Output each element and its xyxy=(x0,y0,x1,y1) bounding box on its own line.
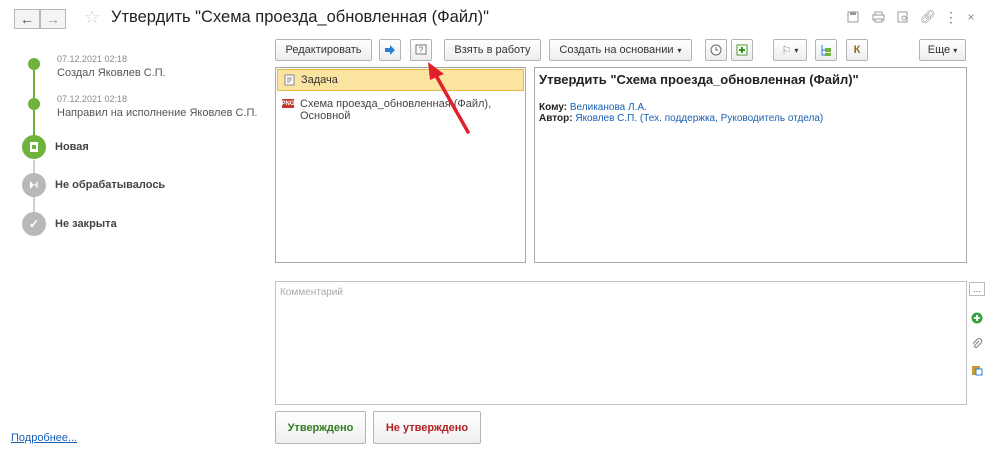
status-label: Не закрыта xyxy=(55,218,117,230)
tree-item-label: Задача xyxy=(301,74,338,86)
recipient-link[interactable]: Великанова Л.А. xyxy=(570,102,647,113)
chevron-down-icon: ▾ xyxy=(953,45,958,55)
more-button[interactable]: Еще ▾ xyxy=(919,39,966,61)
history-text: Создал Яковлев С.П. xyxy=(57,67,166,79)
timeline-dot xyxy=(28,58,40,70)
author-link[interactable]: Яковлев С.П. (Тех. поддержка, Руководите… xyxy=(575,113,823,124)
comment-field[interactable]: Комментарий xyxy=(275,281,967,405)
svg-text:?: ? xyxy=(419,46,424,55)
more-vertical-icon[interactable]: ⋮ xyxy=(944,9,958,25)
blue-arrow-icon xyxy=(385,45,395,55)
add-green-icon xyxy=(736,44,748,56)
link-icon[interactable]: 🔗︎ xyxy=(920,9,937,24)
history-date: 07.12.2021 02:18 xyxy=(57,94,128,104)
flag-button[interactable]: ⚐ ▾ xyxy=(773,39,807,61)
author-row: Автор: Яковлев С.П. (Тех. поддержка, Рук… xyxy=(539,113,823,124)
recipient-label: Кому: xyxy=(539,102,568,113)
task-icon xyxy=(284,74,295,86)
status-new-icon xyxy=(22,135,46,159)
window-title: Утвердить "Схема проезда_обновленная (Фа… xyxy=(111,8,490,26)
timeline-dot xyxy=(28,98,40,110)
create-based-on-label: Создать на основании xyxy=(559,44,674,56)
history-text: Направил на исполнение Яковлев С.П. xyxy=(57,107,258,119)
png-file-icon: PNG xyxy=(281,99,295,108)
history-date: 07.12.2021 02:18 xyxy=(57,54,128,64)
status-label: Новая xyxy=(55,141,89,153)
check-icon: ✓ xyxy=(22,212,46,236)
paperclip-icon[interactable] xyxy=(970,337,984,351)
approved-button[interactable]: Утверждено xyxy=(275,411,366,444)
more-details-link[interactable]: Подробнее... xyxy=(11,432,77,444)
favorite-star-icon[interactable]: ☆ xyxy=(84,7,100,28)
save-icon[interactable] xyxy=(846,10,860,24)
forward-task-button[interactable] xyxy=(379,39,401,61)
approved-label: Утверждено xyxy=(287,421,354,434)
comment-placeholder: Комментарий xyxy=(280,287,343,298)
flag-icon: ⚐ xyxy=(781,44,792,57)
comment-more-label: ... xyxy=(973,284,981,294)
paste-icon[interactable] xyxy=(970,363,984,377)
add-circle-icon[interactable] xyxy=(970,311,984,325)
file-kind-line: Основной xyxy=(300,110,351,122)
author-label: Автор: xyxy=(539,113,573,124)
create-based-on-button[interactable]: Создать на основании ▾ xyxy=(549,39,692,61)
preview-icon[interactable] xyxy=(896,10,910,24)
structure-button[interactable] xyxy=(815,39,837,61)
not-approved-button[interactable]: Не утверждено xyxy=(373,411,481,444)
add-subtask-button[interactable] xyxy=(731,39,753,61)
chevron-down-icon: ▾ xyxy=(677,45,682,55)
status-label: Не обрабатывалось xyxy=(55,179,166,191)
more-label: Еще xyxy=(927,44,951,56)
hourglass-icon xyxy=(22,173,46,197)
forward-arrow-icon: → xyxy=(46,11,60,27)
recipient-row: Кому: Великанова Л.А. xyxy=(539,102,647,113)
close-icon[interactable]: × xyxy=(964,10,978,24)
clock-icon xyxy=(710,44,722,56)
k-label: К xyxy=(853,44,861,56)
back-arrow-icon: ← xyxy=(20,11,34,27)
structure-icon xyxy=(821,45,831,56)
task-tree-pane[interactable]: Задача PNG Схема проезда_обновленная (Фа… xyxy=(275,67,526,263)
details-title: Утвердить "Схема проезда_обновленная (Фа… xyxy=(539,72,859,87)
annotation-arrow xyxy=(428,62,470,134)
k-button[interactable]: К xyxy=(846,39,868,61)
forward-button[interactable]: → xyxy=(40,9,66,29)
tree-item-task[interactable]: Задача xyxy=(277,69,524,91)
edit-button[interactable]: Редактировать xyxy=(275,39,372,61)
history-clock-button[interactable] xyxy=(705,39,727,61)
chevron-down-icon: ▾ xyxy=(794,45,799,55)
print-icon[interactable] xyxy=(871,10,885,24)
not-approved-label: Не утверждено xyxy=(385,421,469,434)
comment-more-button[interactable]: ... xyxy=(969,282,985,296)
question-icon: ? xyxy=(415,44,427,55)
task-details-pane: Утвердить "Схема проезда_обновленная (Фа… xyxy=(534,67,967,263)
back-button[interactable]: ← xyxy=(14,9,40,29)
